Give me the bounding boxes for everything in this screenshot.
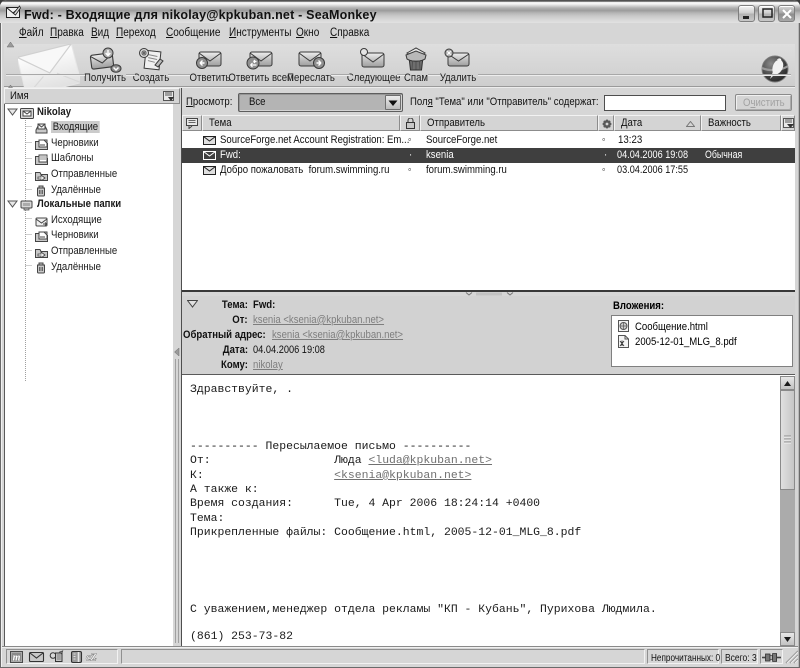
svg-text:cZ: cZ: [86, 653, 97, 664]
svg-text:m: m: [13, 653, 21, 664]
